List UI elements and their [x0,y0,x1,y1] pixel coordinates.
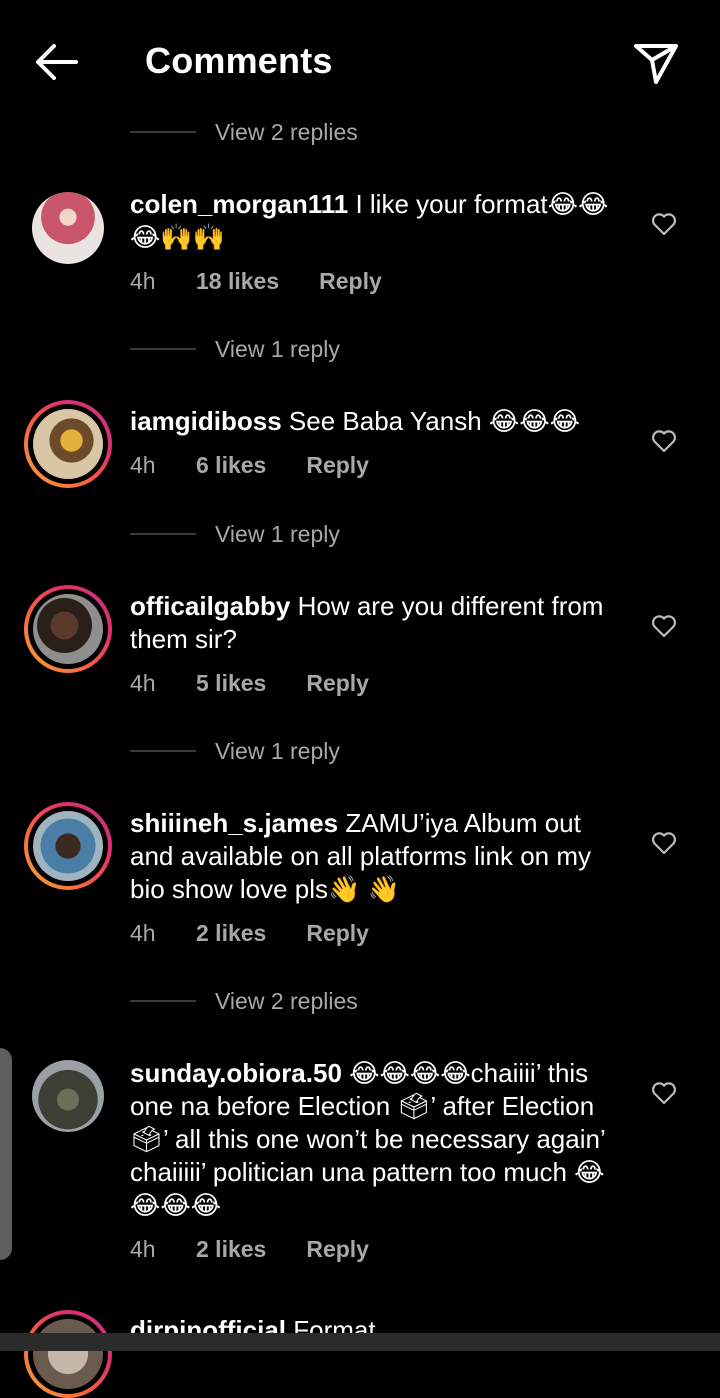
comment-text: colen_morgan111 I like your format😂😂😂🙌🙌 [130,188,610,254]
comment-time: 4h [130,267,156,294]
comment-likes[interactable]: 2 likes [196,1236,266,1263]
comment-username[interactable]: shiiineh_s.james [130,808,338,838]
avatar[interactable] [32,1060,104,1132]
reply-divider-line [130,750,196,752]
view-replies-row[interactable]: View 2 replies [130,986,358,1016]
comment-likes[interactable]: 5 likes [196,670,266,697]
comment-meta: 4h 5 likes Reply [130,668,369,698]
heart-icon[interactable] [651,429,677,453]
comment-time: 4h [130,919,156,946]
comment-time: 4h [130,1235,156,1262]
reply-button[interactable]: Reply [306,452,369,479]
avatar[interactable] [24,1310,112,1398]
view-replies-row[interactable]: View 1 reply [130,519,340,549]
view-replies-link[interactable]: View 2 replies [215,988,358,1015]
avatar-photo [33,1319,103,1389]
comment-likes[interactable]: 6 likes [196,452,266,479]
arrow-left-icon[interactable] [28,38,84,86]
avatar[interactable] [24,400,112,488]
reply-divider-line [130,1000,196,1002]
comment-time: 4h [130,669,156,696]
bottom-bar [0,1333,720,1351]
avatar-photo [33,594,103,664]
comment-meta: 4h 2 likes Reply [130,1234,369,1264]
comment-text: iamgidiboss See Baba Yansh 😂😂😂 [130,405,610,438]
view-replies-row[interactable]: View 2 replies [130,117,358,147]
reply-button[interactable]: Reply [319,268,382,295]
comment-username[interactable]: colen_morgan111 [130,189,348,219]
comment-username[interactable]: iamgidiboss [130,406,282,436]
view-replies-row[interactable]: View 1 reply [130,334,340,364]
comment-text: sunday.obiora.50 😂😂😂😂chaiiii’ this one n… [130,1057,610,1222]
comment-likes[interactable]: 2 likes [196,920,266,947]
reply-button[interactable]: Reply [306,920,369,947]
heart-icon[interactable] [651,614,677,638]
avatar[interactable] [32,192,104,264]
comment-body: See Baba Yansh 😂😂😂 [281,406,581,436]
comment-meta: 4h 18 likes Reply [130,266,382,296]
paper-plane-icon[interactable] [630,38,682,86]
avatar-photo [33,409,103,479]
reply-button[interactable]: Reply [306,1236,369,1263]
view-replies-link[interactable]: View 1 reply [215,521,340,548]
comment-meta: 4h 2 likes Reply [130,918,369,948]
edge-panel-handle[interactable] [0,1048,12,1260]
view-replies-link[interactable]: View 1 reply [215,336,340,363]
comment-username[interactable]: officailgabby [130,591,290,621]
reply-button[interactable]: Reply [306,670,369,697]
view-replies-link[interactable]: View 2 replies [215,119,358,146]
avatar[interactable] [24,802,112,890]
comment-text: officailgabby How are you different from… [130,590,610,656]
view-replies-row[interactable]: View 1 reply [130,736,340,766]
comment-time: 4h [130,451,156,478]
reply-divider-line [130,348,196,350]
heart-icon[interactable] [651,212,677,236]
avatar-photo [33,811,103,881]
comment-meta: 4h 6 likes Reply [130,450,369,480]
avatar[interactable] [24,585,112,673]
comment-likes[interactable]: 18 likes [196,268,279,295]
view-replies-link[interactable]: View 1 reply [215,738,340,765]
header-bar: Comments [0,0,720,120]
comment-text: shiiineh_s.james ZAMU’iya Album out and … [130,807,610,906]
reply-divider-line [130,533,196,535]
heart-icon[interactable] [651,831,677,855]
heart-icon[interactable] [651,1081,677,1105]
page-title: Comments [145,40,333,81]
comment-username[interactable]: sunday.obiora.50 [130,1058,342,1088]
reply-divider-line [130,131,196,133]
